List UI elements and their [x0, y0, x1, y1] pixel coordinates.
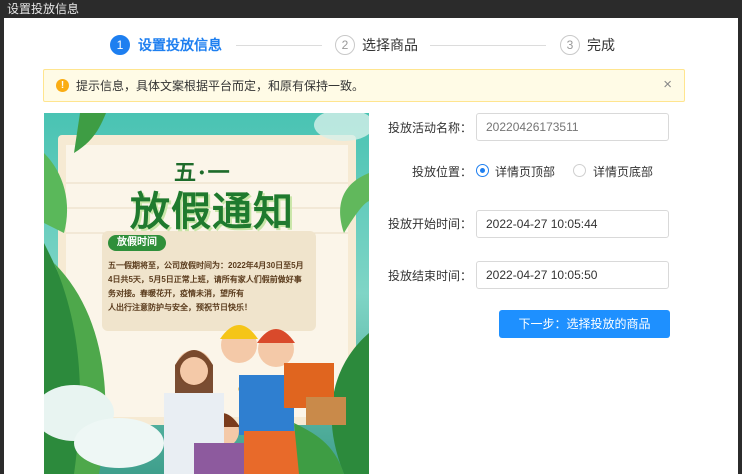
step-3-label: 完成 [587, 37, 615, 53]
step-3-circle: 3 [560, 35, 580, 55]
info-alert: ! 提示信息，具体文案根据平台而定，和原有保持一致。 × [43, 69, 685, 102]
poster-body-line-4: 人出行注意防护与安全，预祝节日快乐！ [108, 303, 252, 312]
end-time-label: 投放结束时间： [388, 269, 473, 283]
position-top-label[interactable]: 详情页顶部 [495, 164, 555, 180]
poster-body-line-3: 务对接。春暖花开，疫情未消，望所有 [108, 289, 244, 298]
close-icon[interactable]: × [663, 76, 672, 94]
position-bottom-label[interactable]: 详情页底部 [593, 164, 653, 180]
poster-body-line-2: 4日共5天，5月5日正常上班，请所有家人们假前做好事 [108, 275, 302, 284]
poster-image: 五·一 放假通知 放假时间 五一假期将至，公司放假时间为：2022年4月30日至… [44, 113, 369, 474]
alert-text: 提示信息，具体文案根据平台而定，和原有保持一致。 [76, 79, 365, 93]
start-time-label: 投放开始时间： [388, 217, 473, 231]
step-1-label: 设置投放信息 [138, 37, 222, 53]
poster-section-tag: 放假时间 [108, 235, 166, 251]
position-label: 投放位置： [412, 165, 473, 179]
position-bottom-radio[interactable] [573, 164, 586, 177]
position-top-radio[interactable] [476, 164, 489, 177]
start-time-input[interactable]: 2022-04-27 10:05:44 [476, 210, 669, 238]
end-time-input[interactable]: 2022-04-27 10:05:50 [476, 261, 669, 289]
poster-headline: 放假通知 [130, 188, 294, 235]
step-connector-2 [430, 45, 546, 46]
step-connector-1 [236, 45, 322, 46]
activity-name-input[interactable] [476, 113, 669, 141]
poster-body-line-1: 五一假期将至，公司放假时间为：2022年4月30日至5月 [108, 261, 304, 270]
activity-name-label: 投放活动名称： [388, 121, 473, 135]
info-exclamation-icon: ! [56, 79, 69, 92]
main-panel: 1 设置投放信息 2 选择商品 3 完成 ! 提示信息，具体文案根据平台而定，和… [4, 18, 738, 474]
window-title: 设置投放信息 [7, 2, 80, 16]
step-2-label: 选择商品 [362, 37, 418, 53]
step-2-circle: 2 [335, 35, 355, 55]
step-1-circle: 1 [110, 35, 130, 55]
window-titlebar: 设置投放信息 [0, 0, 742, 18]
poster-body: 五一假期将至，公司放假时间为：2022年4月30日至5月 4日共5天，5月5日正… [108, 259, 318, 315]
next-step-button[interactable]: 下一步：选择投放的商品 [499, 310, 670, 338]
